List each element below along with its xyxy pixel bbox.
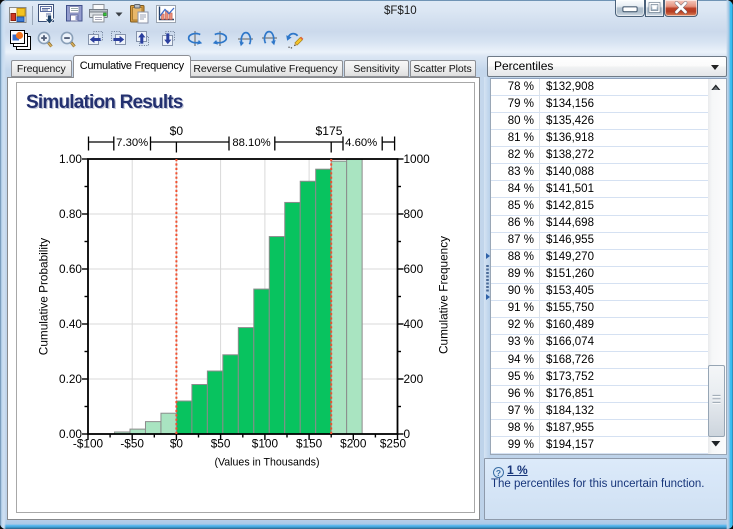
svg-text:$0: $0 [170, 437, 184, 451]
svg-text:600: 600 [404, 262, 424, 276]
svg-text:800: 800 [404, 207, 424, 221]
svg-text:0.20: 0.20 [59, 372, 82, 386]
svg-text:Cumulative Frequency: Cumulative Frequency [437, 236, 451, 354]
svg-text:7.30%: 7.30% [116, 137, 148, 149]
svg-text:200: 200 [404, 372, 424, 386]
svg-text:0.40: 0.40 [59, 317, 82, 331]
svg-text:0.60: 0.60 [59, 262, 82, 276]
svg-text:0.80: 0.80 [59, 207, 82, 221]
svg-text:$175: $175 [316, 124, 343, 138]
svg-text:$200: $200 [340, 437, 367, 451]
svg-text:$50: $50 [211, 437, 231, 451]
svg-text:-$50: -$50 [120, 437, 144, 451]
svg-text:88.10%: 88.10% [232, 137, 270, 149]
svg-text:0: 0 [404, 427, 411, 441]
svg-text:Cumulative Probability: Cumulative Probability [37, 238, 51, 355]
svg-text:1.00: 1.00 [59, 152, 82, 166]
svg-text:$150: $150 [296, 437, 323, 451]
svg-text:4.60%: 4.60% [345, 137, 377, 149]
svg-text:(Values in Thousands): (Values in Thousands) [214, 457, 319, 469]
svg-text:$100: $100 [252, 437, 279, 451]
svg-text:400: 400 [404, 317, 424, 331]
svg-text:1000: 1000 [404, 152, 431, 166]
svg-text:$0: $0 [170, 124, 184, 138]
svg-text:0.00: 0.00 [59, 427, 82, 441]
